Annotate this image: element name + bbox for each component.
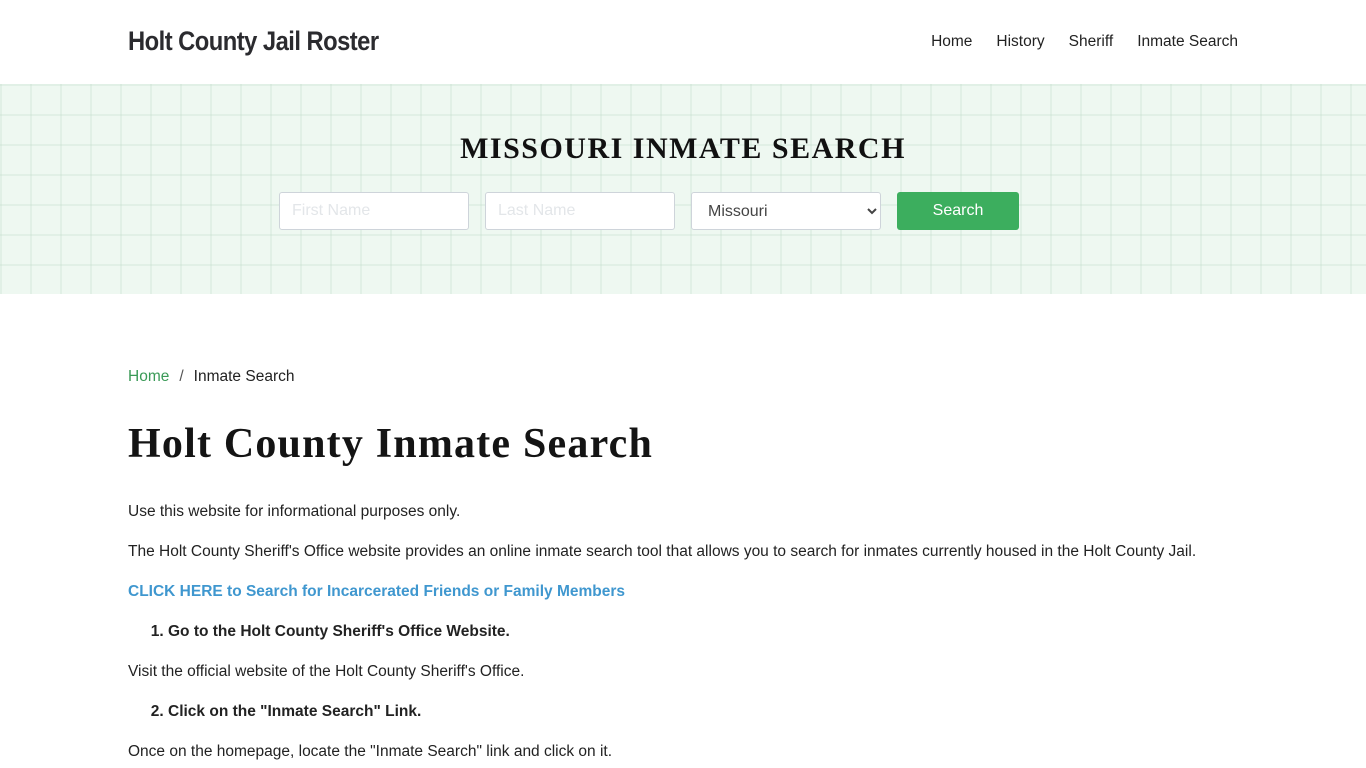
main-nav: Home History Sheriff Inmate Search [931, 33, 1238, 51]
breadcrumb-separator: / [179, 368, 184, 385]
breadcrumb-current: Inmate Search [193, 368, 295, 385]
hero-title: MISSOURI INMATE SEARCH [460, 132, 906, 165]
step-1: Go to the Holt County Sheriff's Office W… [168, 622, 1238, 642]
step-1-text: Visit the official website of the Holt C… [128, 663, 525, 680]
navbar: Holt County Jail Roster Home History She… [0, 0, 1366, 84]
nav-history[interactable]: History [996, 33, 1044, 51]
nav-sheriff[interactable]: Sheriff [1069, 33, 1114, 51]
inmate-search-form: Missouri Search [279, 192, 1019, 230]
page-title: Holt County Inmate Search [128, 421, 654, 467]
search-family-link[interactable]: CLICK HERE to Search for Incarcerated Fr… [128, 583, 625, 600]
first-name-input[interactable] [279, 192, 469, 230]
main-content: Home / Inmate Search Holt County Inmate … [128, 368, 1238, 762]
intro-text: Use this website for informational purpo… [128, 503, 461, 520]
search-hero: MISSOURI INMATE SEARCH Missouri Search [0, 84, 1366, 294]
step-list-2: Click on the "Inmate Search" Link. [128, 702, 1238, 722]
last-name-input[interactable] [485, 192, 675, 230]
step-2: Click on the "Inmate Search" Link. [168, 702, 1238, 722]
breadcrumb-home[interactable]: Home [128, 368, 169, 386]
nav-inmate-search[interactable]: Inmate Search [1137, 33, 1238, 51]
step-2-text: Once on the homepage, locate the "Inmate… [128, 743, 613, 760]
cta-paragraph: CLICK HERE to Search for Incarcerated Fr… [128, 582, 1238, 602]
description-text: The Holt County Sheriff's Office website… [128, 543, 1197, 560]
step-list-1: Go to the Holt County Sheriff's Office W… [128, 622, 1238, 642]
state-select[interactable]: Missouri [691, 192, 881, 230]
nav-home[interactable]: Home [931, 33, 972, 51]
site-brand[interactable]: Holt County Jail Roster [128, 26, 379, 57]
search-button[interactable]: Search [897, 192, 1019, 230]
breadcrumb: Home / Inmate Search [128, 368, 1238, 386]
